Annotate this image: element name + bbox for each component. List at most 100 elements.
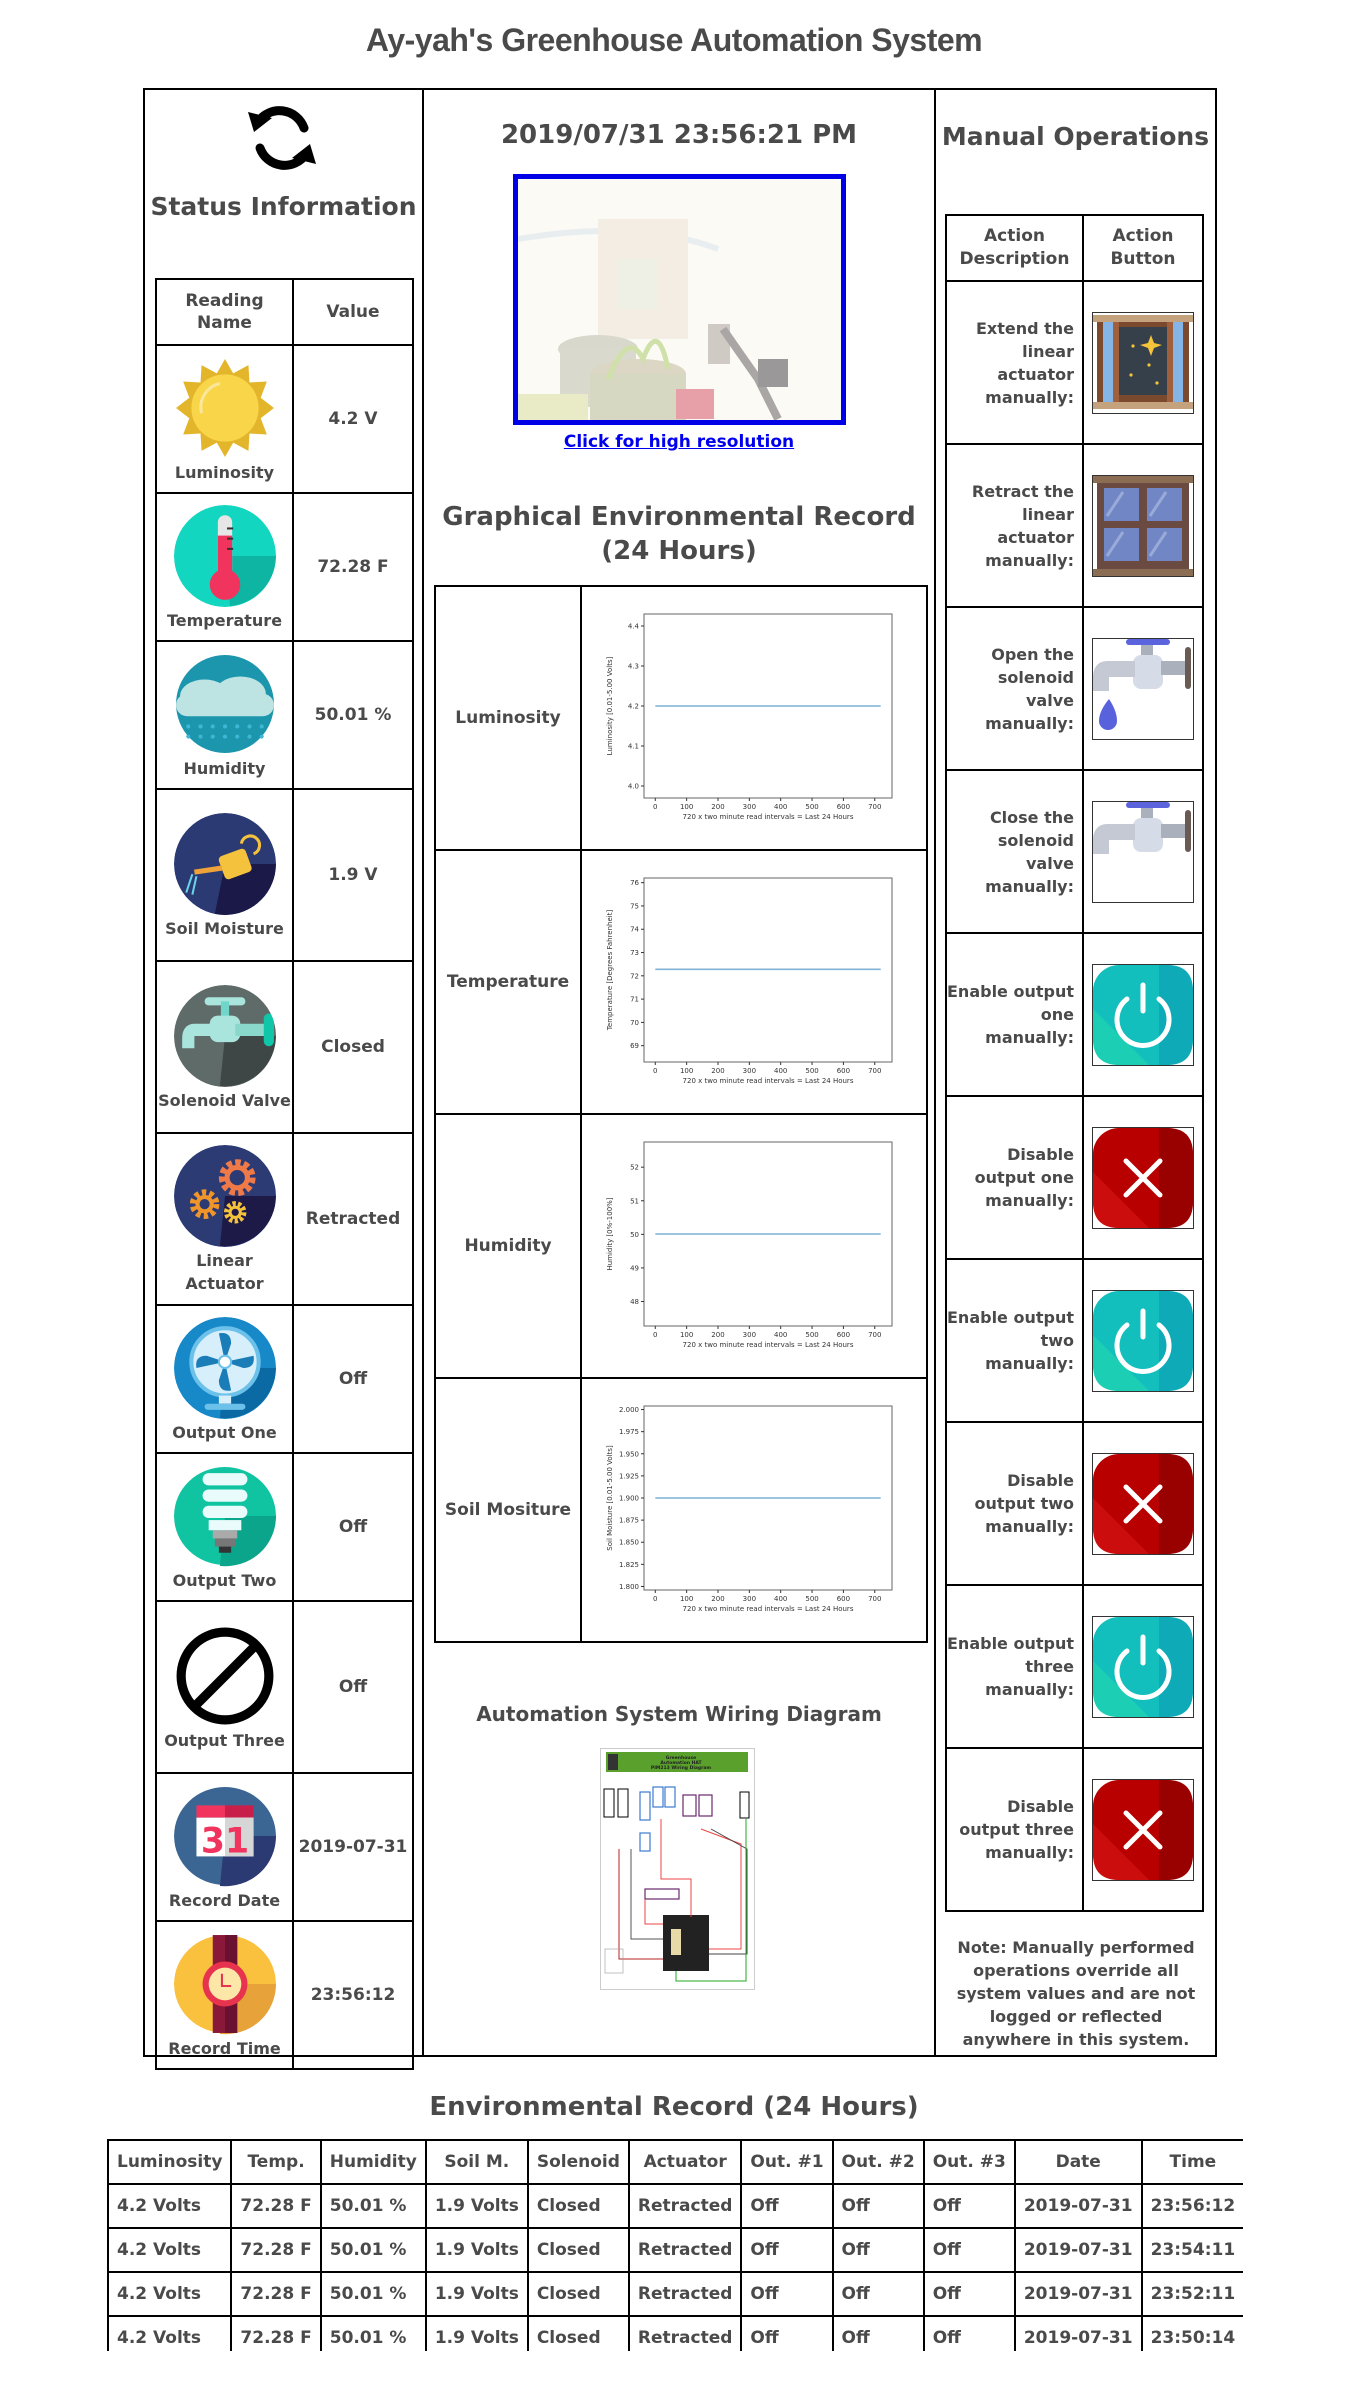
reading-name-cell: Linear Actuator — [155, 1132, 294, 1306]
wristwatch-icon — [173, 1933, 276, 2035]
action-description: Extend the linear actuator manually: — [945, 280, 1084, 445]
svg-text:31: 31 — [200, 1821, 248, 1861]
table-cell: 2019-07-31 — [1013, 2227, 1143, 2273]
faucet-icon — [173, 984, 276, 1087]
environmental-record-scroll[interactable]: Luminosity Temp. Humidity Soil M. Solenoid Ac… — [107, 2139, 1243, 2351]
graph-heading: Graphical Environmental Record (24 Hours… — [442, 502, 916, 566]
y-tick-label: 1.950 — [619, 1450, 639, 1458]
disable-action-button[interactable] — [1092, 1778, 1194, 1881]
manual-action-row: Disable output one manually: — [945, 1095, 1204, 1260]
x-tick-label: 300 — [743, 1067, 756, 1075]
reading-value: Retracted — [292, 1132, 414, 1306]
environmental-record-table: Luminosity Temp. Humidity Soil M. Solenoid Ac… — [107, 2139, 1243, 2351]
column-header: Value — [292, 278, 414, 346]
light-bulb-icon — [173, 1465, 276, 1567]
enable-action-button[interactable] — [1092, 1615, 1194, 1718]
reading-value: 1.9 V — [292, 788, 414, 962]
x-tick-label: 600 — [837, 1067, 850, 1075]
reading-name-cell: Record Time — [155, 1920, 294, 2070]
status-row: Humidity 50.01 % — [155, 640, 414, 790]
reading-name: Output One — [172, 1422, 277, 1442]
center-column: 2019/07/31 23:56:21 PM Click for high re… — [424, 90, 934, 2055]
x-tick-label: 500 — [805, 1595, 818, 1603]
refresh-icon[interactable] — [242, 98, 322, 178]
retract-action-button[interactable] — [1092, 474, 1194, 577]
line-chart: 0 100 200 300 400 500 600 700 1.800 1.825 1.850 1.8… — [606, 1405, 893, 1613]
x-axis-label: 720 x two minute read intervals = Last 2… — [683, 1605, 854, 1613]
column-header: Out. #3 — [922, 2139, 1016, 2185]
table-cell: 50.01 % — [319, 2315, 427, 2351]
table-cell: 2019-07-31 — [1013, 2183, 1143, 2229]
y-tick-label: 1.800 — [619, 1583, 639, 1591]
power-off-icon — [1093, 1127, 1193, 1228]
disable-action-button[interactable] — [1092, 1126, 1194, 1229]
table-cell: Closed — [526, 2183, 630, 2229]
table-cell: 4.2 Volts — [107, 2315, 233, 2351]
y-tick-label: 4.0 — [628, 783, 639, 791]
x-tick-label: 300 — [743, 1331, 756, 1339]
x-tick-label: 200 — [711, 1595, 724, 1603]
x-axis-label: 720 x two minute read intervals = Last 2… — [683, 1341, 854, 1349]
disable-action-button[interactable] — [1092, 1452, 1194, 1555]
y-tick-label: 1.850 — [619, 1539, 639, 1547]
table-cell: Off — [922, 2271, 1016, 2317]
x-axis-label: 720 x two minute read intervals = Last 2… — [683, 1077, 854, 1085]
table-cell: Closed — [526, 2227, 630, 2273]
y-axis-label: Soil Moisture [0.01-5.00 Volts] — [606, 1445, 614, 1551]
action-description: Disable output one manually: — [945, 1095, 1084, 1260]
faucet-icon — [1093, 801, 1193, 902]
manual-operations-column: Manual Operations Action Description Act… — [936, 90, 1215, 2055]
x-tick-label: 100 — [680, 1067, 693, 1075]
table-cell: 1.9 Volts — [424, 2271, 529, 2317]
x-tick-label: 500 — [805, 803, 818, 811]
power-on-icon — [1093, 1290, 1193, 1391]
y-tick-label: 73 — [630, 949, 639, 957]
enable-action-button[interactable] — [1092, 1289, 1194, 1392]
open-action-button[interactable] — [1092, 637, 1194, 740]
graph-row: Temperature 0 100 200 300 400 500 600 700 69 70 71… — [434, 849, 928, 1115]
thermometer-icon — [173, 504, 276, 607]
action-description: Disable output two manually: — [945, 1421, 1084, 1586]
table-cell: Off — [922, 2315, 1016, 2351]
status-column: Status Information Reading Name Value Lu… — [145, 90, 422, 2070]
table-cell: 72.28 F — [230, 2271, 322, 2317]
power-off-icon — [1093, 1779, 1193, 1880]
manual-action-row: Disable output three manually: — [945, 1747, 1204, 1912]
rain-cloud-icon — [174, 653, 276, 755]
table-cell: Off — [740, 2271, 834, 2317]
table-cell: Off — [740, 2183, 834, 2229]
table-cell: 4.2 Volts — [107, 2227, 233, 2273]
table-cell: 72.28 F — [230, 2315, 322, 2351]
wiring-diagram-image[interactable]: Greenhouse Automation HAT PIM213 Wiring … — [600, 1748, 755, 1990]
camera-photo — [518, 179, 841, 420]
extend-action-button[interactable] — [1092, 311, 1194, 414]
main-dashboard-table: Status Information Reading Name Value Lu… — [143, 88, 1217, 2070]
reading-name: Soil Moisture — [165, 918, 284, 938]
manual-operations-table: Action Description Action Button Extend … — [945, 214, 1204, 1912]
y-tick-label: 1.900 — [619, 1495, 639, 1503]
table-cell: 23:50:14 — [1140, 2315, 1243, 2351]
table-cell: 1.9 Volts — [424, 2227, 529, 2273]
table-cell: Off — [922, 2227, 1016, 2273]
x-tick-label: 700 — [868, 1595, 881, 1603]
table-cell: Off — [740, 2227, 834, 2273]
table-row: 4.2 Volts 72.28 F 50.01 % 1.9 Volts Closed Re… — [107, 2183, 1243, 2229]
reading-name: Record Time — [168, 2038, 281, 2058]
enable-action-button[interactable] — [1092, 963, 1194, 1066]
x-tick-label: 200 — [711, 1331, 724, 1339]
high-resolution-link[interactable]: Click for high resolution — [424, 432, 934, 452]
x-tick-label: 600 — [837, 803, 850, 811]
reading-name-cell: Luminosity — [155, 344, 294, 494]
table-cell: Retracted — [627, 2183, 743, 2229]
x-tick-label: 200 — [711, 1067, 724, 1075]
close-action-button[interactable] — [1092, 800, 1194, 903]
status-row: Linear Actuator Retracted — [155, 1132, 414, 1306]
action-button-cell — [1082, 280, 1204, 445]
y-tick-label: 49 — [630, 1264, 639, 1272]
greenhouse-camera-image[interactable] — [513, 174, 846, 425]
action-description: Open the solenoid valve manually: — [945, 606, 1084, 771]
x-tick-label: 300 — [743, 803, 756, 811]
reading-name: Luminosity — [174, 462, 275, 482]
graph-plot-cell: 0 100 200 300 400 500 600 700 48 49 50 51 52 720 x tw… — [580, 1113, 928, 1379]
y-tick-label: 1.875 — [619, 1517, 639, 1525]
